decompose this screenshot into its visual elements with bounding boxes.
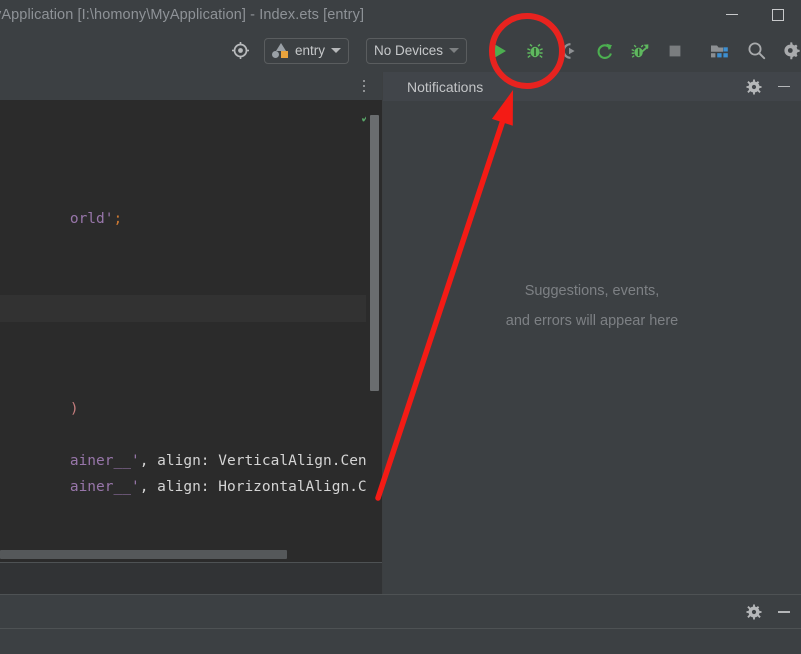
maximize-icon bbox=[772, 8, 784, 21]
code-editor[interactable]: orld'; ) ainer__', align: VerticalAlign.… bbox=[0, 100, 382, 594]
debug-button[interactable] bbox=[520, 36, 550, 66]
main-toolbar: entry No Devices bbox=[0, 29, 801, 72]
search-button[interactable] bbox=[741, 36, 771, 66]
refresh-arrow-icon bbox=[597, 43, 613, 59]
code-line: ainer__', align: VerticalAlign.Center bbox=[0, 422, 382, 469]
attach-debugger-button[interactable] bbox=[625, 36, 655, 66]
notifications-title: Notifications bbox=[407, 78, 484, 95]
code-line: ) bbox=[0, 370, 79, 417]
target-button[interactable] bbox=[225, 36, 255, 66]
run-configuration-selector[interactable]: entry bbox=[264, 37, 350, 64]
code-token: ainer__' bbox=[69, 479, 140, 495]
bottom-hide-button[interactable] bbox=[771, 599, 797, 625]
notifications-hide-button[interactable] bbox=[771, 74, 797, 100]
search-icon bbox=[748, 42, 765, 60]
chevron-down-icon bbox=[449, 48, 460, 53]
current-line-highlight bbox=[0, 295, 366, 322]
bottom-bar-actions bbox=[741, 595, 797, 629]
profile-icon bbox=[562, 42, 575, 59]
notifications-settings-button[interactable] bbox=[741, 74, 767, 100]
minimize-icon bbox=[778, 85, 790, 88]
minimize-icon bbox=[726, 13, 738, 16]
bug-arrow-icon bbox=[631, 43, 649, 58]
rerun-button[interactable] bbox=[590, 36, 620, 66]
stop-square-icon bbox=[669, 45, 681, 56]
maximize-button[interactable] bbox=[755, 0, 801, 29]
scrollbar-thumb[interactable] bbox=[0, 550, 287, 559]
editor-vertical-scrollbar[interactable] bbox=[366, 100, 382, 594]
editor-tab-bar bbox=[0, 72, 382, 100]
code-line: ainer__', align: HorizontalAlign.Cente bbox=[0, 448, 382, 495]
bottom-settings-button[interactable] bbox=[741, 599, 767, 625]
profile-button[interactable] bbox=[555, 36, 585, 66]
play-icon bbox=[495, 44, 507, 57]
window-title-bar: vApplication [I:\homony\MyApplication] -… bbox=[0, 0, 801, 29]
stop-button[interactable] bbox=[660, 36, 690, 66]
code-token: , align: HorizontalAlign.Cente bbox=[139, 479, 382, 495]
notifications-body: Suggestions, events, and errors will app… bbox=[383, 101, 801, 594]
code-token: orld' bbox=[69, 211, 114, 227]
gear-icon bbox=[746, 604, 762, 620]
module-shapes-icon bbox=[272, 43, 289, 58]
run-configuration-label: entry bbox=[295, 43, 326, 58]
editor-bottom-strip bbox=[0, 562, 382, 594]
code-token: ; bbox=[113, 211, 123, 227]
window-controls bbox=[709, 0, 801, 29]
notifications-empty-state: Suggestions, events, and errors will app… bbox=[383, 276, 801, 336]
main-content-area: orld'; ) ainer__', align: VerticalAlign.… bbox=[0, 72, 801, 594]
run-button[interactable] bbox=[485, 36, 515, 66]
device-selector[interactable]: No Devices bbox=[366, 37, 468, 64]
minimize-button[interactable] bbox=[709, 0, 755, 29]
status-bar bbox=[0, 628, 801, 654]
chevron-down-icon bbox=[331, 48, 342, 53]
minimize-icon bbox=[778, 611, 790, 613]
editor-horizontal-scrollbar[interactable] bbox=[0, 549, 366, 560]
gear-icon bbox=[746, 79, 762, 94]
device-selector-label: No Devices bbox=[374, 43, 444, 58]
bottom-tool-window-bar bbox=[0, 594, 801, 628]
notifications-header-actions bbox=[741, 72, 797, 101]
notifications-header: Notifications bbox=[383, 72, 801, 101]
notifications-empty-line-1: Suggestions, events, bbox=[524, 283, 660, 299]
target-icon bbox=[231, 42, 249, 59]
notifications-pane: Notifications Suggestions, events, and e… bbox=[383, 72, 801, 594]
code-token: ) bbox=[69, 401, 79, 417]
notifications-empty-line-2: and errors will appear here bbox=[505, 313, 679, 329]
bug-icon bbox=[527, 43, 543, 58]
settings-button[interactable] bbox=[776, 36, 801, 66]
scrollbar-thumb[interactable] bbox=[370, 115, 379, 391]
editor-pane: orld'; ) ainer__', align: VerticalAlign.… bbox=[0, 72, 382, 594]
more-vertical-icon[interactable] bbox=[355, 77, 373, 95]
window-title: vApplication [I:\homony\MyApplication] -… bbox=[0, 6, 365, 23]
gear-icon bbox=[783, 42, 800, 60]
project-structure-button[interactable] bbox=[705, 36, 735, 66]
code-line: orld'; bbox=[0, 180, 122, 227]
project-folder-icon bbox=[711, 45, 728, 57]
